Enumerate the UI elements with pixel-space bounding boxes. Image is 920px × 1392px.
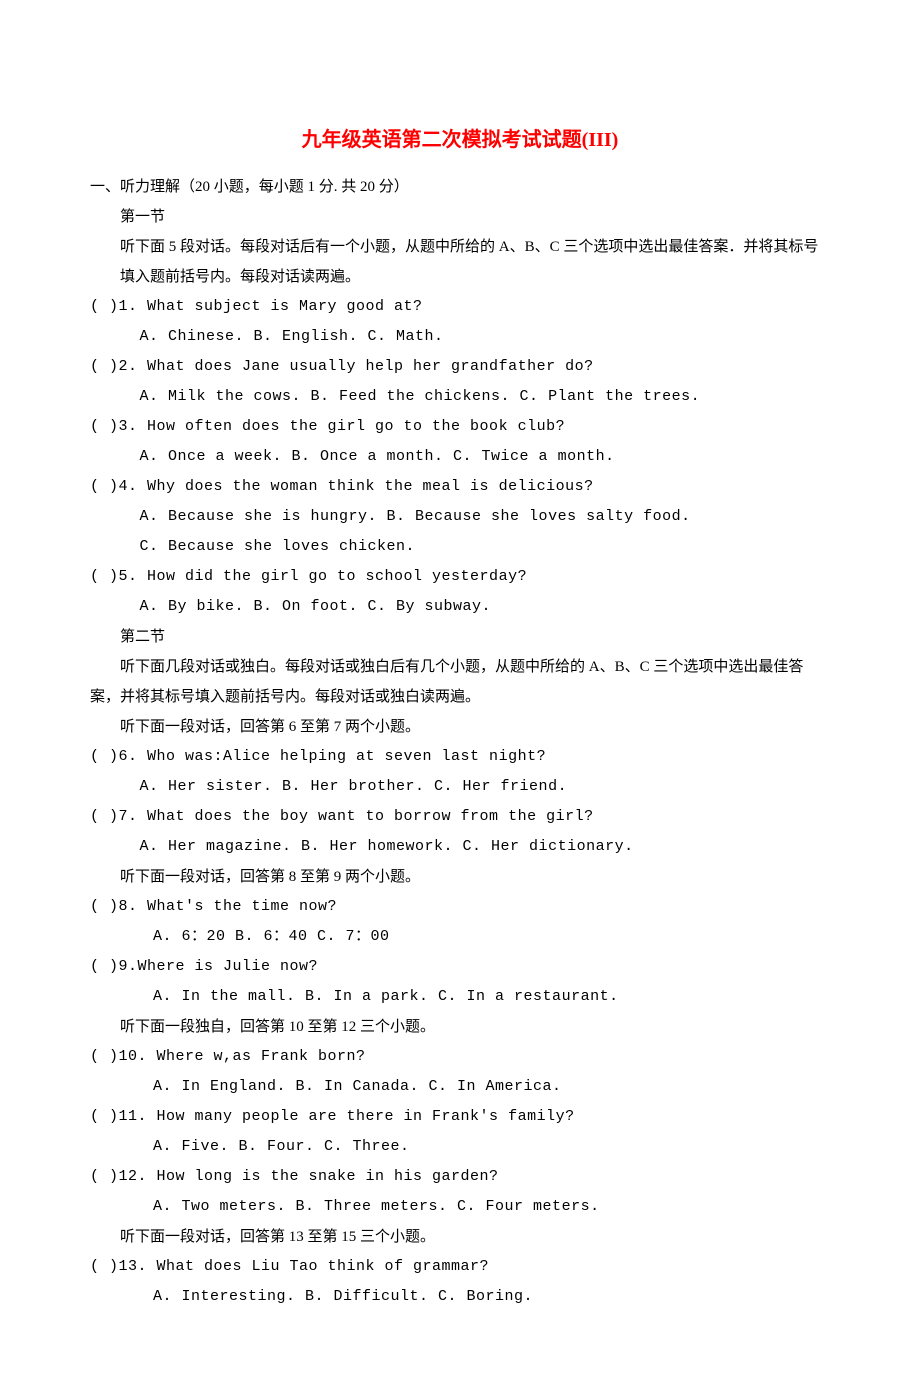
question-4-options-line-1: A. Because she is hungry. B. Because she…	[90, 502, 830, 532]
question-8: ( )8. What's the time now?	[90, 892, 830, 922]
question-12: ( )12. How long is the snake in his gard…	[90, 1162, 830, 1192]
question-11: ( )11. How many people are there in Fran…	[90, 1102, 830, 1132]
part-2-instruction: 听下面几段对话或独白。每段对话或独白后有几个小题，从题中所给的 A、B、C 三个…	[90, 652, 830, 712]
passage-6-7: 听下面一段对话，回答第 6 至第 7 两个小题。	[90, 712, 830, 742]
question-3-options: A. Once a week. B. Once a month. C. Twic…	[90, 442, 830, 472]
part-2-label: 第二节	[90, 622, 830, 652]
question-10-options: A. In England. B. In Canada. C. In Ameri…	[90, 1072, 830, 1102]
question-11-options: A. Five. B. Four. C. Three.	[90, 1132, 830, 1162]
part-1-instruction: 听下面 5 段对话。每段对话后有一个小题，从题中所给的 A、B、C 三个选项中选…	[90, 232, 830, 292]
question-1: ( )1. What subject is Mary good at?	[90, 292, 830, 322]
passage-13-15: 听下面一段对话，回答第 13 至第 15 三个小题。	[90, 1222, 830, 1252]
part-2-instruction-text: 听下面几段对话或独白。每段对话或独白后有几个小题，从题中所给的 A、B、C 三个…	[90, 659, 803, 705]
question-10: ( )10. Where w,as Frank born?	[90, 1042, 830, 1072]
section-1-heading: 一、听力理解（20 小题，每小题 1 分. 共 20 分）	[90, 172, 830, 202]
question-6-options: A. Her sister. B. Her brother. C. Her fr…	[90, 772, 830, 802]
question-7: ( )7. What does the boy want to borrow f…	[90, 802, 830, 832]
question-9-options: A. In the mall. B. In a park. C. In a re…	[90, 982, 830, 1012]
part-1-label: 第一节	[90, 202, 830, 232]
question-2: ( )2. What does Jane usually help her gr…	[90, 352, 830, 382]
question-4-options-line-2: C. Because she loves chicken.	[90, 532, 830, 562]
question-2-options: A. Milk the cows. B. Feed the chickens. …	[90, 382, 830, 412]
question-1-options: A. Chinese. B. English. C. Math.	[90, 322, 830, 352]
question-4: ( )4. Why does the woman think the meal …	[90, 472, 830, 502]
question-8-options: A. 6：20 B. 6：40 C. 7：00	[90, 922, 830, 952]
page-title: 九年级英语第二次模拟考试试题(III)	[90, 120, 830, 160]
question-5-options: A. By bike. B. On foot. C. By subway.	[90, 592, 830, 622]
part-1-instruction-text: 听下面 5 段对话。每段对话后有一个小题，从题中所给的 A、B、C 三个选项中选…	[120, 239, 818, 285]
passage-10-12: 听下面一段独自，回答第 10 至第 12 三个小题。	[90, 1012, 830, 1042]
question-12-options: A. Two meters. B. Three meters. C. Four …	[90, 1192, 830, 1222]
question-9: ( )9.Where is Julie now?	[90, 952, 830, 982]
question-6: ( )6. Who was:Alice helping at seven las…	[90, 742, 830, 772]
passage-8-9: 听下面一段对话，回答第 8 至第 9 两个小题。	[90, 862, 830, 892]
question-13-options: A. Interesting. B. Difficult. C. Boring.	[90, 1282, 830, 1312]
question-7-options: A. Her magazine. B. Her homework. C. Her…	[90, 832, 830, 862]
question-5: ( )5. How did the girl go to school yest…	[90, 562, 830, 592]
question-3: ( )3. How often does the girl go to the …	[90, 412, 830, 442]
question-13: ( )13. What does Liu Tao think of gramma…	[90, 1252, 830, 1282]
exam-page: 九年级英语第二次模拟考试试题(III) 一、听力理解（20 小题，每小题 1 分…	[0, 0, 920, 1392]
